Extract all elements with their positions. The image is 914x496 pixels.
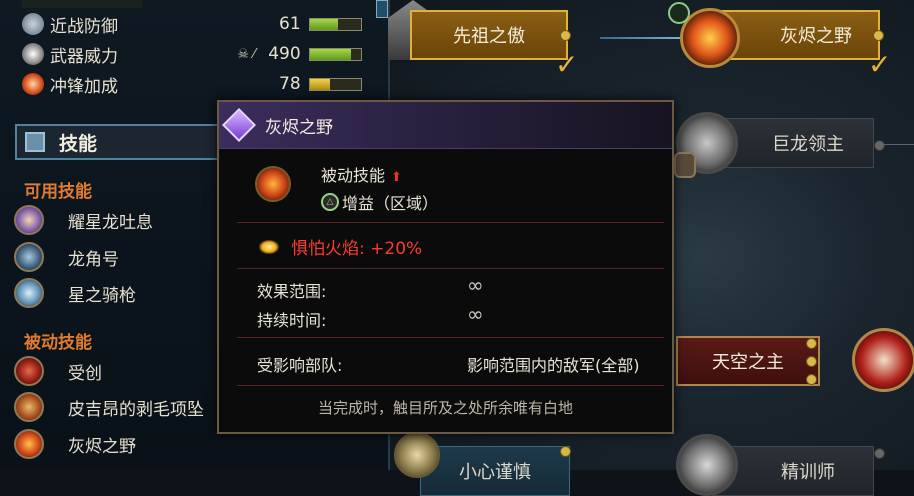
wound-icon xyxy=(14,356,44,386)
skill-tooltip: 灰烬之野 被动技能 ⬆ △ 增益（区域） 惧怕火焰: +20% 效果范围: ∞ 持… xyxy=(217,100,674,434)
tree-node-label: 精训师 xyxy=(781,462,835,483)
lock-icon xyxy=(674,152,696,178)
skill-item[interactable]: 耀星龙吐息 xyxy=(14,204,234,236)
skill-label: 耀星龙吐息 xyxy=(68,212,153,233)
stat-row-melee-defence: 近战防御 61 xyxy=(22,12,362,37)
stat-value: 490 xyxy=(268,44,301,64)
sword-icon xyxy=(852,328,914,392)
lance-icon xyxy=(14,278,44,308)
fire-icon xyxy=(255,166,291,202)
range-value: ∞ xyxy=(467,273,484,297)
node-pin xyxy=(873,30,884,41)
tooltip-title: 灰烬之野 xyxy=(265,117,333,138)
stat-row-weapon-strength: 武器威力 ☠ ⁄ 490 xyxy=(22,42,362,67)
stat-label: 武器威力 xyxy=(50,46,118,67)
skill-label: 星之骑枪 xyxy=(68,285,136,306)
stat-label: 近战防御 xyxy=(50,16,118,37)
skill-item[interactable]: 皮吉昂的剥毛项坠 xyxy=(14,391,234,423)
skill-item[interactable]: 星之骑枪 xyxy=(14,277,234,309)
node-pin xyxy=(806,338,817,349)
shield-icon xyxy=(22,13,44,35)
skill-label: 受创 xyxy=(68,363,102,384)
tree-node-label: 天空之主 xyxy=(712,352,784,373)
node-pin xyxy=(806,374,817,385)
tooltip-header: 灰烬之野 xyxy=(219,102,672,149)
ability-type: 被动技能 ⬆ xyxy=(321,162,402,186)
stat-value: 61 xyxy=(279,14,301,34)
star-breath-icon xyxy=(14,205,44,235)
skill-label: 龙角号 xyxy=(68,249,119,270)
ability-type-label: 被动技能 xyxy=(321,166,386,185)
checkmark-icon: ✓ xyxy=(555,48,579,81)
stat-bar xyxy=(308,47,362,61)
stat-row-charge-bonus: 冲锋加成 78 xyxy=(22,72,362,97)
bonus-text: 惧怕火焰: +20% xyxy=(291,239,423,259)
range-label: 效果范围: xyxy=(257,282,327,301)
fire-icon xyxy=(14,429,44,459)
stat-value: 78 xyxy=(279,74,301,94)
tree-connector xyxy=(600,37,680,39)
active-skills-heading: 可用技能 xyxy=(24,182,92,202)
tree-node-ancestor-pride[interactable]: 先祖之傲 xyxy=(410,10,568,60)
pendant-icon xyxy=(14,392,44,422)
ability-effect-label: 增益（区域） xyxy=(342,194,439,213)
flavor-text: 当完成时，触目所及之处所余唯有白地 xyxy=(317,399,573,417)
affected-units-value: 影响范围内的敌军(全部) xyxy=(467,356,640,375)
tree-node-label: 巨龙领主 xyxy=(772,134,844,155)
skill-item[interactable]: 灰烬之野 xyxy=(14,428,234,460)
tree-node-label: 先祖之傲 xyxy=(453,26,525,47)
horn-icon xyxy=(14,242,44,272)
stat-bar xyxy=(308,77,362,91)
tree-connector xyxy=(884,144,914,145)
skills-header-label: 技能 xyxy=(59,132,98,155)
fire-spark-icon xyxy=(259,239,279,254)
skill-item[interactable]: 龙角号 xyxy=(14,241,234,273)
stat-extra: ☠ ⁄ xyxy=(237,46,256,62)
passive-skills-heading: 被动技能 xyxy=(24,333,92,353)
weapon-burst-icon xyxy=(22,43,44,65)
gear-emblem-icon xyxy=(394,432,440,478)
duration-value: ∞ xyxy=(467,302,484,326)
skill-item[interactable]: 受创 xyxy=(14,355,234,387)
skills-header[interactable]: 技能 xyxy=(15,124,239,160)
skill-label: 皮吉昂的剥毛项坠 xyxy=(68,399,204,420)
red-arrow-icon: ⬆ xyxy=(391,170,402,185)
node-pin xyxy=(806,356,817,367)
divider xyxy=(237,222,664,223)
area-buff-icon: △ xyxy=(321,193,339,211)
divider xyxy=(237,385,664,386)
purple-gem-icon xyxy=(222,108,256,142)
affected-units-label: 受影响部队: xyxy=(257,356,343,375)
skill-label: 灰烬之野 xyxy=(68,436,136,457)
tree-node-label: 灰烬之野 xyxy=(780,26,852,47)
node-pin xyxy=(560,446,571,457)
charge-icon xyxy=(22,73,44,95)
tree-node-label: 小心谨慎 xyxy=(459,462,531,483)
divider xyxy=(237,337,664,338)
tree-node-sky-lord[interactable]: 天空之主 xyxy=(676,336,820,386)
node-pin xyxy=(560,30,571,41)
cut-off-stat-row xyxy=(22,0,142,8)
tree-node-caution[interactable]: 小心谨慎 xyxy=(420,446,570,496)
node-pin xyxy=(874,448,885,459)
area-buff-icon xyxy=(668,2,690,24)
divider xyxy=(237,268,664,269)
bonus-line: 惧怕火焰: +20% xyxy=(259,234,422,259)
ability-effect: △ 增益（区域） xyxy=(321,190,438,214)
checkmark-icon: ✓ xyxy=(868,48,892,81)
stat-bar xyxy=(308,17,362,31)
node-pin xyxy=(874,140,885,151)
book-icon xyxy=(25,132,45,152)
rank-chevron-icon xyxy=(676,434,738,496)
duration-label: 持续时间: xyxy=(257,311,327,330)
stat-label: 冲锋加成 xyxy=(50,76,118,97)
stats-scroll-thumb[interactable] xyxy=(376,0,388,18)
